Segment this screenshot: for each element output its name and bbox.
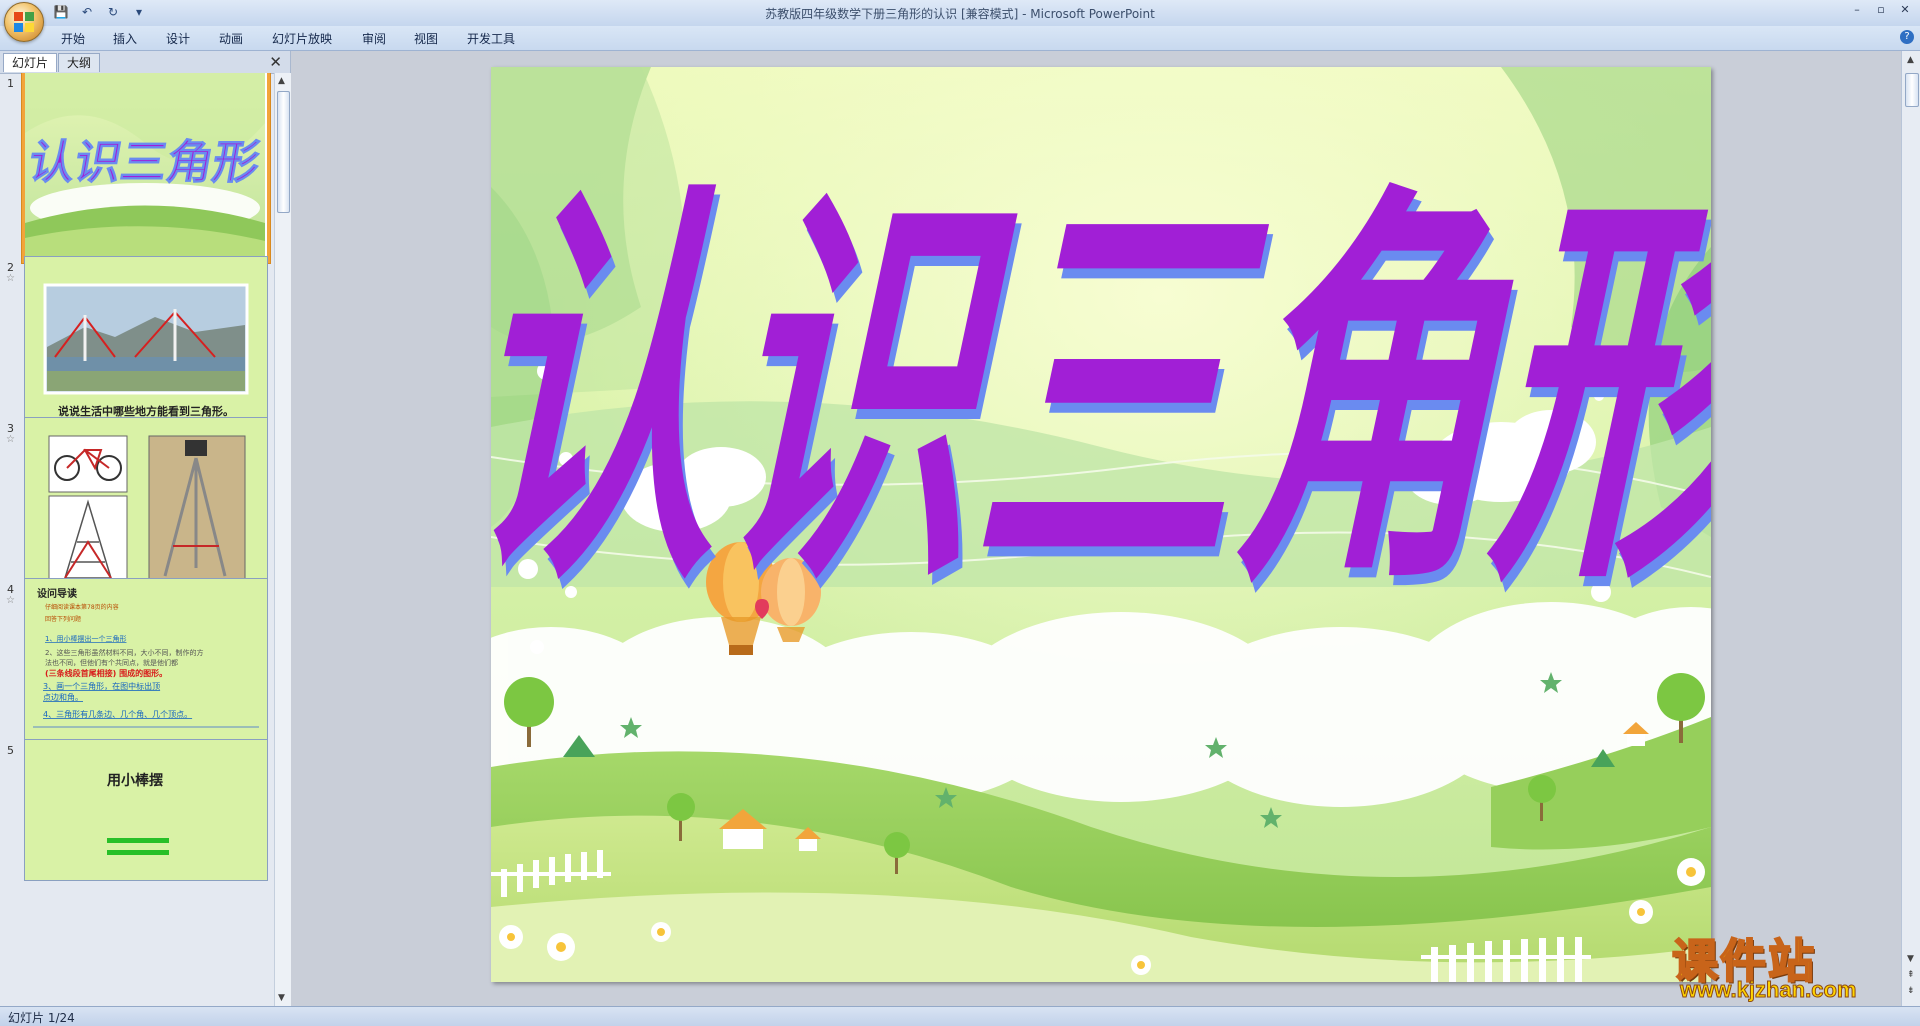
slide-1-thumb-title: 认识三角形 <box>25 135 264 189</box>
close-button[interactable]: ✕ <box>1894 2 1916 18</box>
tab-review[interactable]: 审阅 <box>362 30 386 47</box>
scroll-down-icon[interactable]: ▼ <box>278 993 285 1003</box>
slide-title[interactable]: 认识三角形 <box>491 156 1711 635</box>
slide-editor: 认识三角形 认识三角形 <box>291 51 1901 1006</box>
tab-view[interactable]: 视图 <box>414 30 438 47</box>
slide-4-line: 点边和角。 <box>43 692 83 702</box>
slide-thumbnail-5[interactable]: 用小棒摆 <box>24 739 268 881</box>
slide-5-heading: 用小棒摆 <box>107 772 163 789</box>
office-button[interactable] <box>4 2 44 42</box>
slide-3-preview <box>25 418 267 599</box>
animation-star-icon: ☆ <box>6 595 15 606</box>
animation-star-icon: ☆ <box>6 434 15 445</box>
slide-4-preview: 设问导读 仔细阅读课本第78页的内容 回答下列问题 1、用小棒摆出一个三角形 2… <box>25 579 267 760</box>
tab-outline[interactable]: 大纲 <box>58 53 101 72</box>
slide-2-caption: 说说生活中哪些地方能看到三角形。 <box>58 404 234 418</box>
tab-slides[interactable]: 幻灯片 <box>3 53 58 72</box>
slide-thumbnail-3[interactable] <box>24 417 268 600</box>
slide-number: 1 <box>7 77 14 90</box>
maximize-button[interactable]: ▫ <box>1870 2 1892 18</box>
window-controls: – ▫ ✕ <box>1846 2 1916 18</box>
scroll-up-icon[interactable]: ▲ <box>278 76 285 86</box>
tab-design[interactable]: 设计 <box>166 30 190 47</box>
editor-scrollbar[interactable]: ▲ ▼ ⇞ ⇟ <box>1901 51 1920 1006</box>
current-slide[interactable]: 认识三角形 认识三角形 <box>491 67 1711 982</box>
watermark-url: www.kjzhan.com <box>1679 977 1857 1003</box>
slide-thumbnail-1[interactable]: 认识三角形 <box>22 73 270 263</box>
slide-canvas: 认识三角形 认识三角形 <box>491 67 1711 982</box>
slide-5-preview: 用小棒摆 <box>25 740 267 880</box>
slide-4-heading: 设问导读 <box>37 587 77 600</box>
status-bar: 幻灯片 1/24 <box>0 1006 1920 1026</box>
slide-4-line: 3、画一个三角形，在图中标出顶 <box>43 681 160 691</box>
scroll-up-icon[interactable]: ▲ <box>1907 55 1914 65</box>
slide-1-preview: 认识三角形 <box>25 73 265 260</box>
tab-insert[interactable]: 插入 <box>113 30 137 47</box>
slide-4-line: (三条线段首尾相接) 围成的图形。 <box>45 668 167 678</box>
window-title: 苏教版四年级数学下册三角形的认识 [兼容模式] - Microsoft Powe… <box>765 7 1155 21</box>
help-icon[interactable]: ? <box>1900 30 1914 44</box>
panel-tabs: 幻灯片 大纲 ✕ <box>0 51 290 74</box>
tab-animations[interactable]: 动画 <box>219 30 243 47</box>
slide-thumbnail-2[interactable]: 说说生活中哪些地方能看到三角形。 <box>24 256 268 439</box>
tab-developer[interactable]: 开发工具 <box>467 30 515 47</box>
slide-4-line: 4、三角形有几条边、几个角、几个顶点。 <box>43 709 192 719</box>
slide-4-line: 1、用小棒摆出一个三角形 <box>45 634 126 643</box>
slide-2-preview: 说说生活中哪些地方能看到三角形。 <box>25 257 267 438</box>
scroll-thumb[interactable] <box>277 91 290 213</box>
panel-close-icon[interactable]: ✕ <box>269 53 282 71</box>
slide-4-line: 仔细阅读课本第78页的内容 <box>45 603 119 611</box>
slides-panel: 幻灯片 大纲 ✕ 1 认识三角形 2 ☆ 说说生活中哪些地方能看到三角形。 3 … <box>0 51 291 1006</box>
watermark-logo: 课件站 www.kjzhan.com <box>1668 925 1918 1005</box>
panel-scrollbar[interactable]: ▲ ▼ <box>274 73 291 1006</box>
slide-position-status: 幻灯片 1/24 <box>8 1011 75 1025</box>
slide-4-line: 2、这些三角形虽然材料不同，大小不同，制作的方 <box>45 648 203 657</box>
slide-4-line: 法也不同，但他们有个共同点，就是他们都 <box>45 658 178 667</box>
title-bar: 💾 ↶ ↻ ▾ 苏教版四年级数学下册三角形的认识 [兼容模式] - Micros… <box>0 0 1920 26</box>
slide-thumbnail-4[interactable]: 设问导读 仔细阅读课本第78页的内容 回答下列问题 1、用小棒摆出一个三角形 2… <box>24 578 268 761</box>
minimize-button[interactable]: – <box>1846 2 1868 18</box>
ribbon-tabs: 开始 插入 设计 动画 幻灯片放映 审阅 视图 开发工具 ? <box>0 26 1920 51</box>
slide-4-line: 回答下列问题 <box>45 615 81 623</box>
slide-number: 5 <box>7 744 14 757</box>
tab-slideshow[interactable]: 幻灯片放映 <box>272 30 332 47</box>
office-logo-icon <box>14 12 34 32</box>
scroll-thumb[interactable] <box>1905 73 1919 107</box>
animation-star-icon: ☆ <box>6 273 15 284</box>
tab-home[interactable]: 开始 <box>61 30 85 47</box>
thumbnail-list: 1 认识三角形 2 ☆ 说说生活中哪些地方能看到三角形。 3 ☆ 4 ☆ 设问导… <box>0 73 274 1006</box>
